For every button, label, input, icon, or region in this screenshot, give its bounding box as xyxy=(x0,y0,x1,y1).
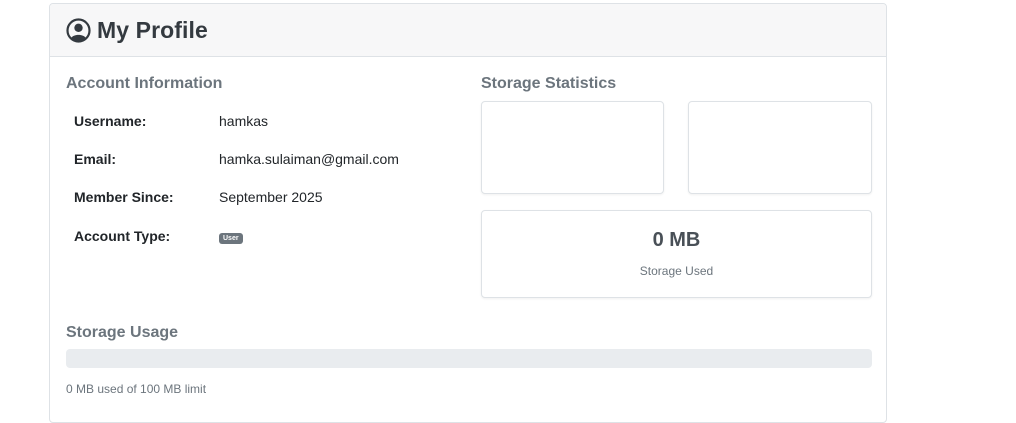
username-label: Username: xyxy=(74,113,147,129)
email-value: hamka.sulaiman@gmail.com xyxy=(219,151,399,167)
username-value: hamkas xyxy=(219,113,269,129)
account-type-badge: User xyxy=(219,233,243,244)
profile-card-header: My Profile xyxy=(50,4,886,57)
account-type-label: Account Type: xyxy=(74,228,171,244)
storage-stats-title: Storage Statistics xyxy=(481,75,617,92)
stat-box-empty-left xyxy=(481,101,664,194)
storage-usage-title: Storage Usage xyxy=(66,324,179,341)
email-row: Email: hamka.sulaiman@gmail.com xyxy=(74,151,464,171)
storage-used-value: 0 MB xyxy=(652,229,701,251)
member-since-value: September 2025 xyxy=(219,189,323,205)
account-type-row: Account Type: User xyxy=(74,228,464,248)
member-since-row: Member Since: September 2025 xyxy=(74,189,464,209)
stat-box-empty-right xyxy=(688,101,872,194)
username-row: Username: hamkas xyxy=(74,113,464,133)
user-circle-icon xyxy=(66,17,91,43)
storage-usage-summary: 0 MB used of 100 MB limit xyxy=(66,382,207,396)
email-label: Email: xyxy=(74,151,117,167)
account-info-title: Account Information xyxy=(66,75,223,92)
storage-used-box: 0 MB Storage Used xyxy=(481,210,872,298)
account-type-value: User xyxy=(219,228,243,245)
storage-progress-bar xyxy=(66,349,872,368)
profile-card: My Profile Account Information Username:… xyxy=(49,3,887,423)
storage-used-label: Storage Used xyxy=(639,264,714,278)
page-title: My Profile xyxy=(97,16,208,43)
member-since-label: Member Since: xyxy=(74,189,174,205)
